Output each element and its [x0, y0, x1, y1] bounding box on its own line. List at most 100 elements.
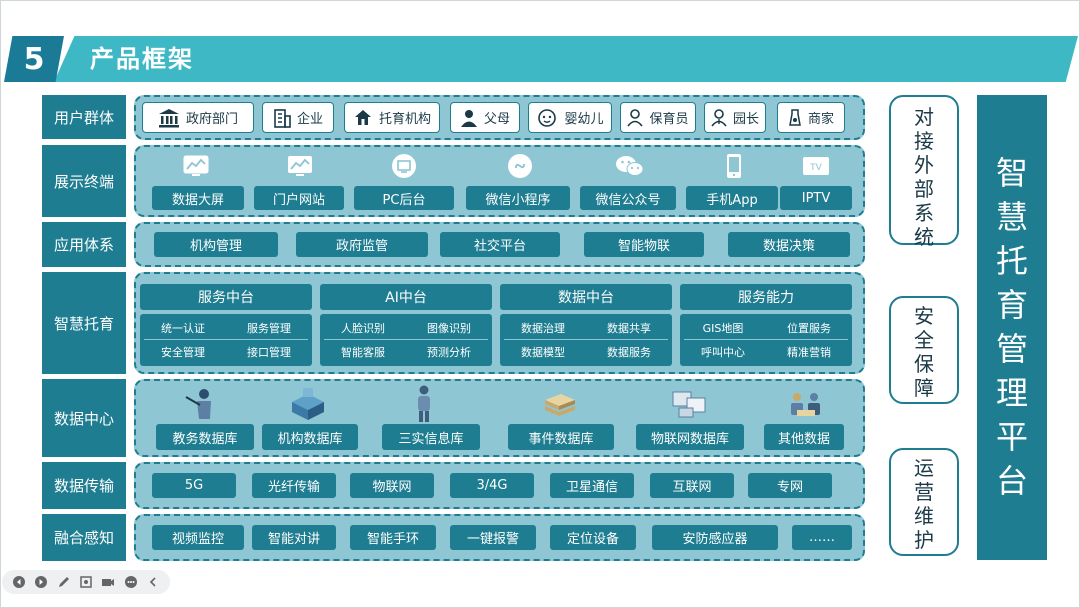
terminal-mini-program[interactable]: 微信小程序 [466, 186, 570, 210]
db-other[interactable]: 其他数据 [764, 424, 844, 450]
user-merchant[interactable]: 商家 [777, 102, 845, 133]
net-fiber[interactable]: 光纤传输 [252, 473, 336, 498]
user-label: 婴幼儿 [564, 112, 604, 127]
net-internet[interactable]: 互联网 [650, 473, 734, 498]
capability-item[interactable]: 呼叫中心 [680, 344, 766, 360]
capability-item[interactable]: 数据治理 [500, 320, 586, 336]
divider [324, 339, 488, 340]
presentation-toolbar [2, 570, 170, 594]
user-enterprise[interactable]: 企业 [262, 102, 334, 133]
device-alarm[interactable]: 一键报警 [450, 525, 536, 550]
db-academic[interactable]: 教务数据库 [156, 424, 254, 450]
device-intercom[interactable]: 智能对讲 [252, 525, 336, 550]
title-band [54, 36, 1078, 82]
wechat-icon [612, 153, 648, 179]
capability-item[interactable]: 统一认证 [140, 320, 226, 336]
user-principal[interactable]: 园长 [704, 102, 766, 133]
zoom-icon[interactable] [79, 575, 93, 589]
app-gov-supervision[interactable]: 政府监管 [296, 232, 428, 257]
platform-title: 智慧托育管理平台 [995, 154, 1028, 500]
user-childcare-org[interactable]: 托育机构 [344, 102, 440, 133]
side-box-text: 对接外部系统 [914, 105, 934, 249]
capability-item[interactable]: 安全管理 [140, 344, 226, 360]
device-more[interactable]: …… [792, 525, 852, 550]
db-institution[interactable]: 机构数据库 [262, 424, 358, 450]
user-label: 保育员 [649, 112, 689, 127]
section-ai-platform-head[interactable]: AI中台 [320, 284, 492, 310]
section-service-capability-head[interactable]: 服务能力 [680, 284, 852, 310]
terminal-portal[interactable]: 门户网站 [254, 186, 344, 210]
app-social-platform[interactable]: 社交平台 [440, 232, 560, 257]
capability-item[interactable]: 服务管理 [226, 320, 312, 336]
db-iot[interactable]: 物联网数据库 [636, 424, 744, 450]
layer-label-perception: 融合感知 [42, 514, 126, 561]
section-service-capability: GIS地图 位置服务 呼叫中心 精准营销 [680, 314, 852, 366]
device-security-sensor[interactable]: 安防感应器 [652, 525, 778, 550]
device-video-surveillance[interactable]: 视频监控 [152, 525, 244, 550]
section-number: 5 [4, 36, 64, 82]
pen-icon[interactable] [57, 575, 71, 589]
terminal-mobile-app[interactable]: 手机App [686, 186, 778, 210]
capability-item[interactable]: 数据服务 [586, 344, 672, 360]
section-service-platform-head[interactable]: 服务中台 [140, 284, 312, 310]
tv-icon: TV [800, 153, 832, 179]
chart-screen-icon [284, 153, 316, 179]
net-iot[interactable]: 物联网 [350, 473, 434, 498]
side-box-operations: 运营维护 [889, 448, 959, 556]
camera-icon[interactable] [101, 575, 115, 589]
capability-item[interactable]: 预测分析 [406, 344, 492, 360]
device-locator[interactable]: 定位设备 [550, 525, 636, 550]
net-satellite[interactable]: 卫星通信 [550, 473, 634, 498]
mini-program-icon [504, 153, 536, 179]
users-panel: 政府部门 企业 托育机构 父母 婴幼儿 保育员 园长 商家 [134, 95, 865, 140]
person-icon [460, 109, 477, 127]
capability-item[interactable]: 数据共享 [586, 320, 672, 336]
divider [144, 339, 308, 340]
capability-item[interactable]: 智能客服 [320, 344, 406, 360]
net-private[interactable]: 专网 [748, 473, 832, 498]
stack-files-icon [540, 389, 580, 421]
principal-icon [711, 108, 727, 127]
capability-item[interactable]: 人脸识别 [320, 320, 406, 336]
net-3g-4g[interactable]: 3/4G [450, 473, 534, 498]
perception-panel: 视频监控 智能对讲 智能手环 一键报警 定位设备 安防感应器 …… [134, 514, 865, 561]
user-parents[interactable]: 父母 [450, 102, 520, 133]
terminals-panel: TV 数据大屏 门户网站 PC后台 微信小程序 微信公众号 手机App IPTV [134, 145, 865, 217]
capability-item[interactable]: 图像识别 [406, 320, 492, 336]
next-icon[interactable] [34, 575, 48, 589]
divider [684, 339, 848, 340]
phone-icon [718, 153, 750, 179]
device-bracelet[interactable]: 智能手环 [350, 525, 436, 550]
capability-item[interactable]: 精准营销 [766, 344, 852, 360]
transmission-panel: 5G 光纤传输 物联网 3/4G 卫星通信 互联网 专网 [134, 462, 865, 509]
app-data-decision[interactable]: 数据决策 [728, 232, 850, 257]
terminal-pc-admin[interactable]: PC后台 [354, 186, 454, 210]
user-government[interactable]: 政府部门 [142, 102, 254, 133]
divider [504, 339, 668, 340]
db-events[interactable]: 事件数据库 [508, 424, 614, 450]
chevron-left-icon[interactable] [146, 575, 160, 589]
capability-item[interactable]: 位置服务 [766, 320, 852, 336]
user-infants[interactable]: 婴幼儿 [528, 102, 612, 133]
capability-item[interactable]: 接口管理 [226, 344, 312, 360]
net-5g[interactable]: 5G [152, 473, 236, 498]
section-ai-platform: 人脸识别 图像识别 智能客服 预测分析 [320, 314, 492, 366]
db-three-real-info[interactable]: 三实信息库 [382, 424, 480, 450]
more-icon[interactable] [124, 575, 138, 589]
user-label: 园长 [732, 112, 759, 127]
user-label: 商家 [807, 112, 834, 127]
applications-panel: 机构管理 政府监管 社交平台 智能物联 数据决策 [134, 222, 865, 267]
terminal-data-screen[interactable]: 数据大屏 [152, 186, 244, 210]
svg-text:TV: TV [809, 163, 822, 173]
app-org-management[interactable]: 机构管理 [154, 232, 278, 257]
layer-label-smart-care: 智慧托育 [42, 272, 126, 374]
capability-item[interactable]: GIS地图 [680, 320, 766, 336]
app-smart-iot[interactable]: 智能物联 [584, 232, 704, 257]
user-caregiver[interactable]: 保育员 [620, 102, 696, 133]
capability-item[interactable]: 数据模型 [500, 344, 586, 360]
terminal-iptv[interactable]: IPTV [780, 186, 852, 210]
terminal-official-account[interactable]: 微信公众号 [580, 186, 676, 210]
previous-icon[interactable] [12, 575, 26, 589]
data-center-panel: 教务数据库 机构数据库 三实信息库 事件数据库 物联网数据库 其他数据 [134, 379, 865, 457]
section-data-platform-head[interactable]: 数据中台 [500, 284, 672, 310]
